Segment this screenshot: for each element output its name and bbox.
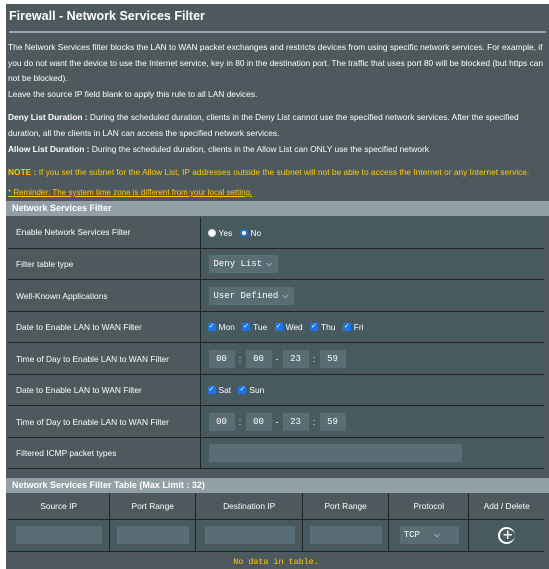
port-range-input-1[interactable] [116, 525, 190, 546]
weekday-end-minute-input[interactable]: 59 [318, 348, 347, 369]
weekend-end-minute-input[interactable]: 59 [318, 411, 347, 432]
chevron-down-icon: ⌵ [433, 530, 440, 540]
enable-no-radio[interactable] [239, 228, 248, 237]
protocol-select[interactable]: TCP ⌵ [398, 525, 459, 546]
enable-yes-label: Yes [218, 227, 233, 238]
icmp-label: Filtered ICMP packet types [8, 437, 201, 469]
checkmark-icon[interactable]: ✓ [274, 323, 283, 332]
plus-circle-icon[interactable]: + [498, 526, 516, 544]
col-port-range-2: Port Range [302, 493, 390, 520]
checkmark-icon[interactable]: ✓ [207, 323, 216, 332]
port-range-input-2[interactable] [309, 525, 383, 546]
filter-rules-table: Source IP Port Range Destination IP Port… [8, 493, 544, 552]
well-known-select[interactable]: User Defined ⌵ [207, 285, 296, 306]
weekend-time-row: Time of Day to Enable LAN to WAN Filter … [8, 405, 544, 438]
tue-label: Tue [253, 322, 268, 333]
note-text: If you set the subnet for the Allow List… [36, 167, 530, 178]
wed-label: Wed [285, 322, 303, 333]
well-known-value: User Defined [213, 290, 279, 301]
col-add-delete: Add / Delete [468, 493, 544, 520]
source-ip-input[interactable] [15, 525, 103, 546]
checkmark-icon[interactable]: ✓ [238, 386, 247, 395]
chevron-down-icon: ⌵ [282, 290, 289, 300]
col-protocol: Protocol [388, 493, 470, 520]
weekday-time-row: Time of Day to Enable LAN to WAN Filter … [8, 342, 544, 375]
protocol-value: TCP [403, 530, 420, 541]
deny-list-duration: Deny List Duration : During the schedule… [8, 110, 547, 141]
sat-label: Sat [218, 385, 232, 396]
weekend-start-hour-input[interactable]: 00 [207, 411, 236, 432]
weekday-date-label: Date to Enable LAN to WAN Filter [8, 311, 201, 343]
filter-section-header: Network Services Filter [6, 200, 549, 216]
mon-label: Mon [218, 322, 235, 333]
thu-label: Thu [320, 322, 336, 333]
weekday-end-hour-input[interactable]: 23 [281, 348, 310, 369]
well-known-label: Well-Known Applications [8, 279, 201, 312]
description-para-1: The Network Services filter blocks the L… [8, 42, 544, 84]
col-source-ip: Source IP [8, 493, 111, 520]
weekday-date-row: Date to Enable LAN to WAN Filter ✓ Mon ✓ T… [8, 311, 544, 343]
icmp-input[interactable] [207, 443, 463, 463]
timezone-reminder-link[interactable]: * Reminder: The system time zone is diff… [6, 181, 549, 199]
note: NOTE : If you set the subnet for the All… [8, 165, 547, 181]
enable-filter-label: Enable Network Services Filter [8, 216, 201, 249]
weekend-date-label: Date to Enable LAN to WAN Filter [8, 374, 201, 406]
filter-type-label: Filter table type [8, 248, 201, 280]
note-label: NOTE : [8, 167, 37, 178]
weekend-start-minute-input[interactable]: 00 [244, 411, 273, 432]
allow-list-label: Allow List Duration : [8, 143, 90, 154]
checkmark-icon[interactable]: ✓ [207, 386, 216, 395]
weekday-time-label: Time of Day to Enable LAN to WAN Filter [8, 342, 201, 375]
enable-filter-row: Enable Network Services Filter Yes No [8, 216, 544, 249]
no-data-message: No data in table. [8, 552, 544, 569]
table-header-row: Source IP Port Range Destination IP Port… [8, 493, 544, 520]
table-input-row: TCP ⌵ + [8, 519, 544, 552]
col-destination-ip: Destination IP [195, 493, 304, 520]
weekend-date-row: Date to Enable LAN to WAN Filter ✓ Sat ✓ S… [8, 374, 544, 406]
fri-label: Fri [353, 322, 364, 333]
allow-list-text: During the scheduled duration, clients i… [89, 143, 429, 154]
checkmark-icon[interactable]: ✓ [242, 323, 251, 332]
weekday-start-minute-input[interactable]: 00 [244, 348, 273, 369]
deny-list-label: Deny List Duration : [8, 112, 88, 123]
enable-no-label: No [250, 227, 262, 238]
description: The Network Services filter blocks the L… [6, 33, 549, 181]
allow-list-duration: Allow List Duration : During the schedul… [8, 142, 547, 158]
table-section-header: Network Services Filter Table (Max Limit… [6, 478, 549, 494]
weekday-start-hour-input[interactable]: 00 [207, 348, 236, 369]
checkmark-icon[interactable]: ✓ [342, 323, 351, 332]
destination-ip-input[interactable] [203, 525, 295, 546]
weekend-time-label: Time of Day to Enable LAN to WAN Filter [8, 405, 201, 438]
well-known-row: Well-Known Applications User Defined ⌵ [8, 279, 544, 312]
sun-label: Sun [249, 385, 265, 396]
description-para-2: Leave the source IP field blank to apply… [8, 88, 258, 99]
checkmark-icon[interactable]: ✓ [309, 323, 318, 332]
enable-yes-radio[interactable] [207, 228, 216, 237]
chevron-down-icon: ⌵ [266, 259, 273, 268]
col-port-range-1: Port Range [109, 493, 197, 520]
filter-settings-table: Enable Network Services Filter Yes No Fi… [8, 216, 544, 470]
filter-type-row: Filter table type Deny List ⌵ [8, 248, 544, 280]
filter-type-value: Deny List [213, 259, 263, 269]
weekend-end-hour-input[interactable]: 23 [281, 411, 310, 432]
page-title: Firewall - Network Services Filter [9, 9, 205, 23]
firewall-page: Firewall - Network Services Filter The N… [6, 4, 549, 569]
filter-type-select[interactable]: Deny List ⌵ [207, 254, 280, 274]
icmp-row: Filtered ICMP packet types [8, 437, 544, 469]
